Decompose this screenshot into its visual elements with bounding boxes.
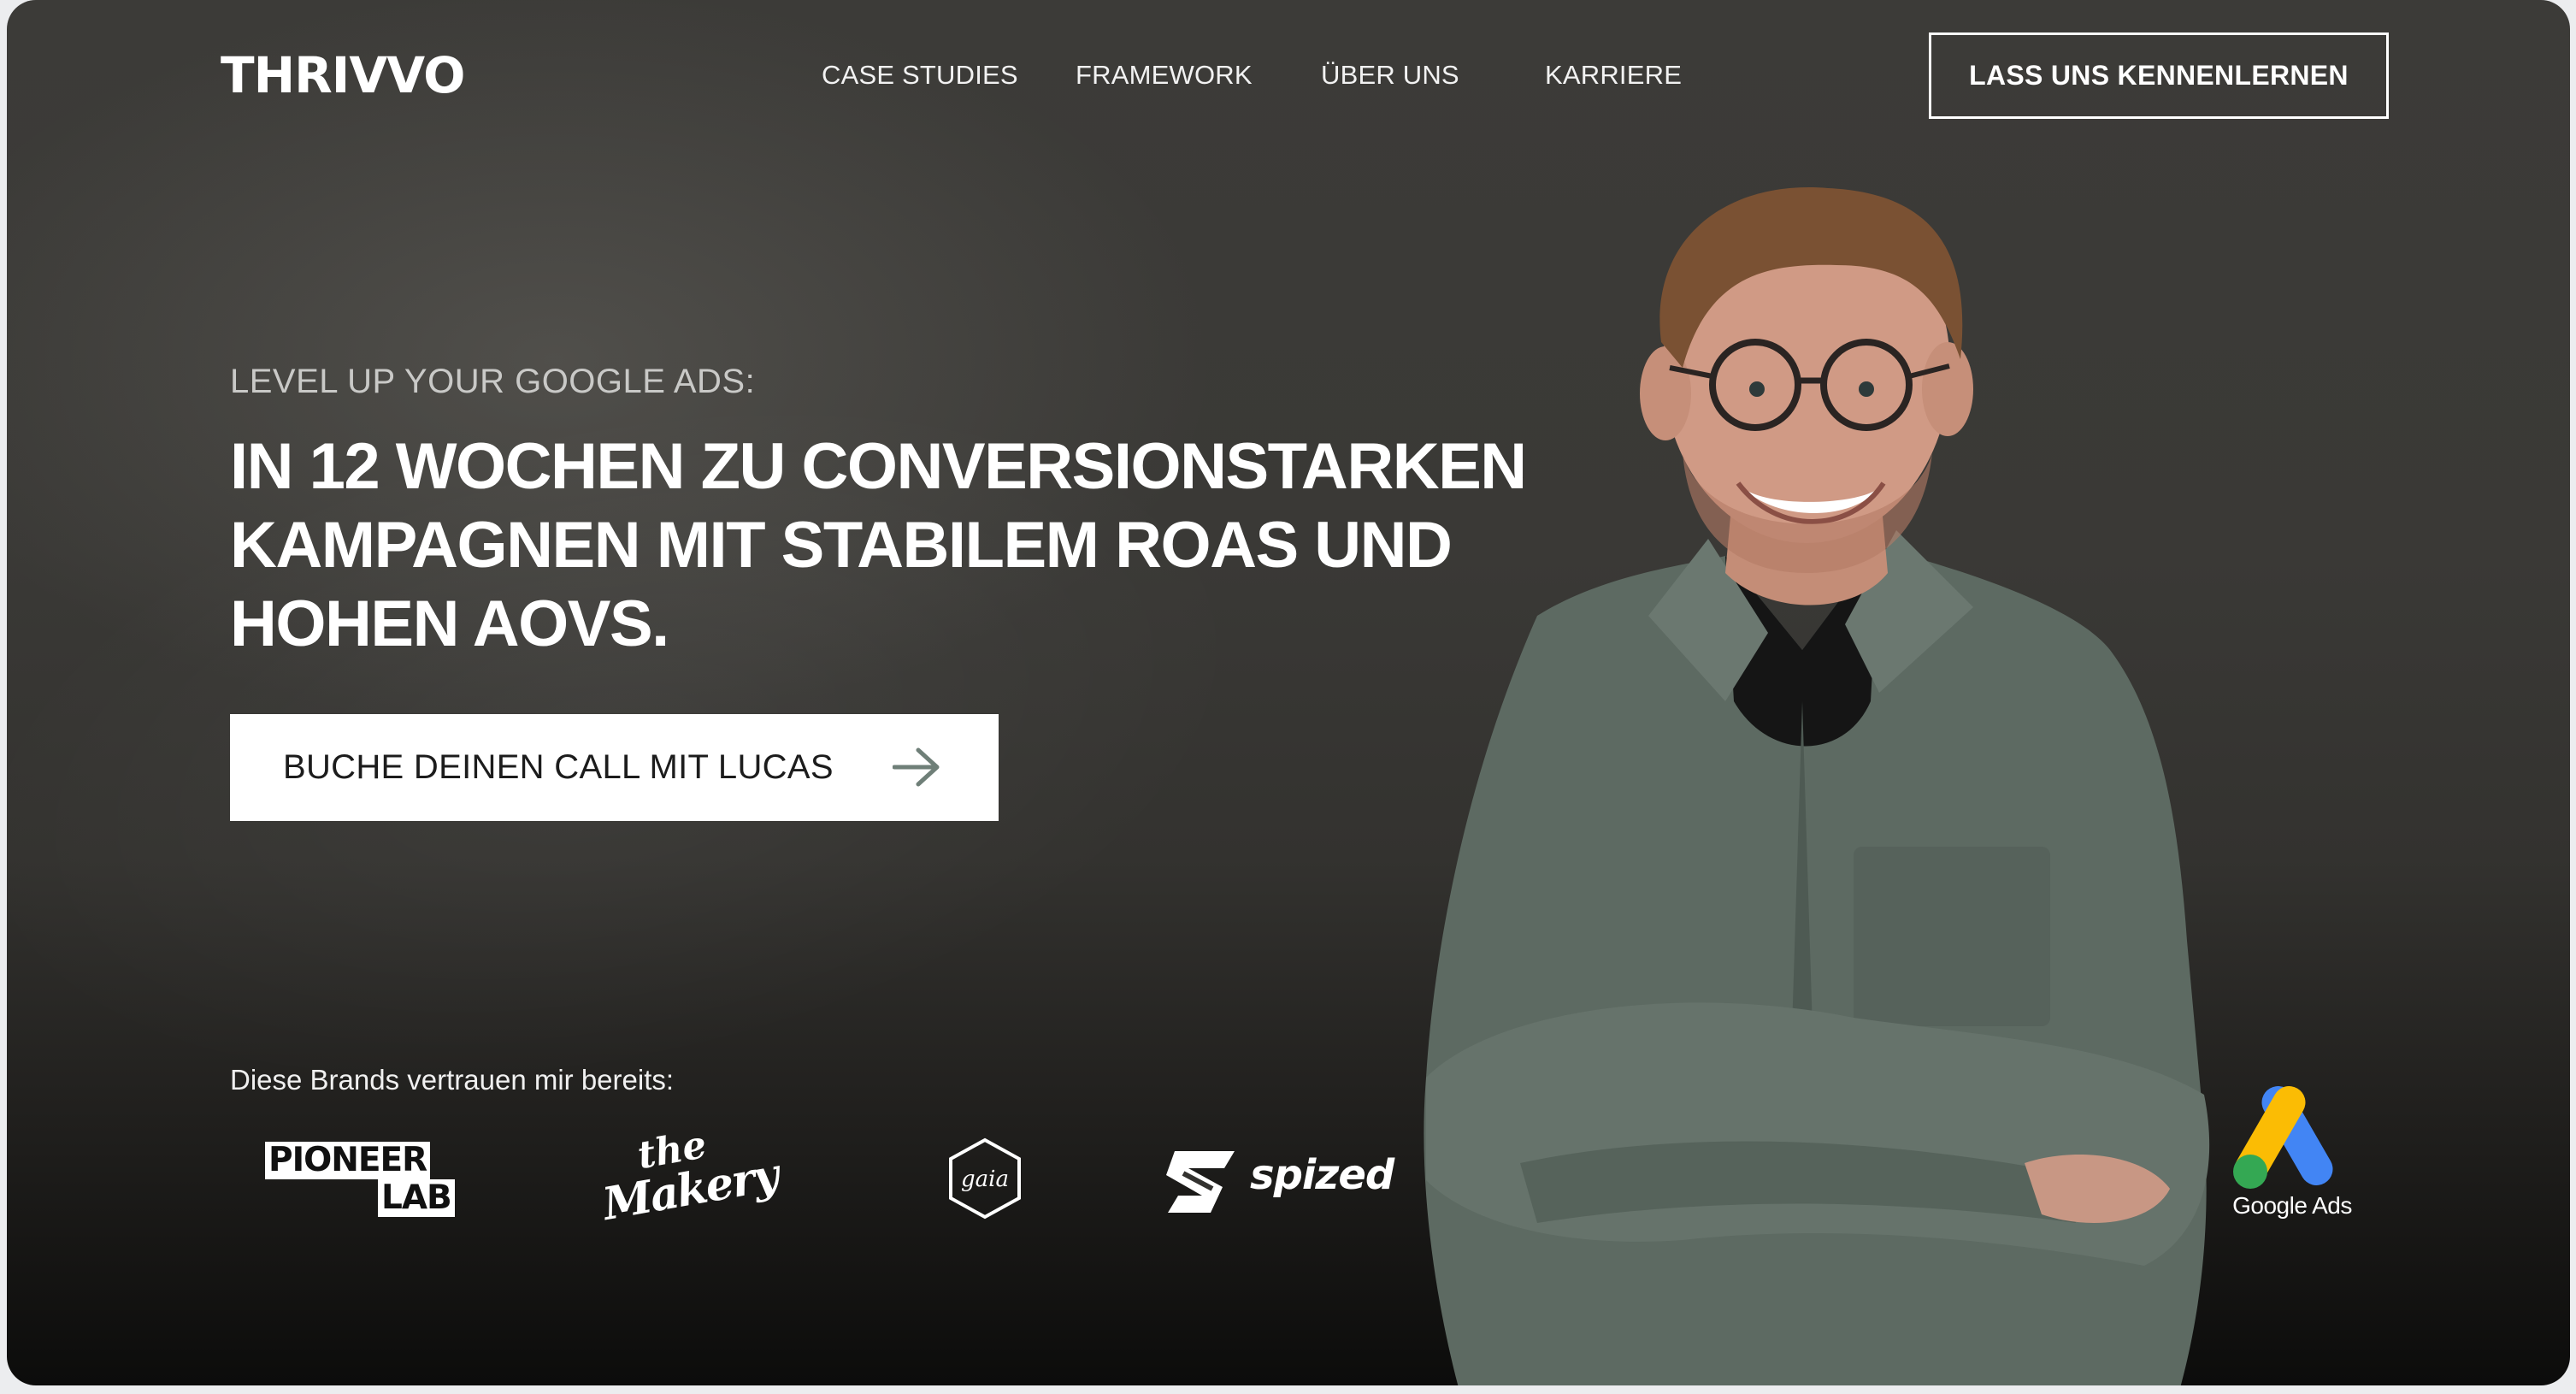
google-ads-icon	[2233, 1086, 2333, 1189]
hero-eyebrow: LEVEL UP YOUR GOOGLE ADS:	[230, 363, 756, 400]
book-call-label: BUCHE DEINEN CALL MIT LUCAS	[283, 748, 834, 786]
hero-headline: IN 12 WOCHEN ZU CONVERSIONSTARKEN KAMPAG…	[230, 428, 1527, 664]
nav-item-case-studies[interactable]: CASE STUDIES	[822, 60, 1018, 91]
google-ads-logo: Google Ads	[2228, 1079, 2356, 1225]
headline-line-3: HOHEN AOVS.	[230, 588, 669, 660]
book-call-button[interactable]: BUCHE DEINEN CALL MIT LUCAS	[230, 714, 999, 821]
headline-line-1: IN 12 WOCHEN ZU CONVERSIONSTARKEN	[230, 430, 1527, 503]
headline-line-2: KAMPAGNEN MIT STABILEM ROAS UND	[230, 509, 1453, 582]
hero-section: THRIVVO CASE STUDIES FRAMEWORK ÜBER UNS …	[7, 0, 2570, 1385]
nav-item-framework[interactable]: FRAMEWORK	[1076, 60, 1253, 91]
spized-logo: spized	[1163, 1148, 1402, 1216]
contact-cta-button[interactable]: LASS UNS KENNENLERNEN	[1929, 32, 2389, 119]
the-makery-logo: the Makery	[598, 1123, 781, 1232]
spized-mark-icon	[1166, 1151, 1235, 1213]
arrow-right-icon	[893, 747, 940, 787]
brand-logo[interactable]: THRIVVO	[221, 46, 465, 104]
pioneer-lab-logo: PIONEER LAB	[265, 1142, 462, 1219]
nav-item-karriere[interactable]: KARRIERE	[1545, 60, 1682, 91]
gaia-logo: gaia	[949, 1137, 1021, 1220]
person-portrait	[1424, 187, 2210, 1385]
svg-text:gaia: gaia	[961, 1167, 1009, 1192]
brands-label: Diese Brands vertrauen mir bereits:	[230, 1064, 675, 1096]
nav-item-ueber-uns[interactable]: ÜBER UNS	[1321, 60, 1459, 91]
